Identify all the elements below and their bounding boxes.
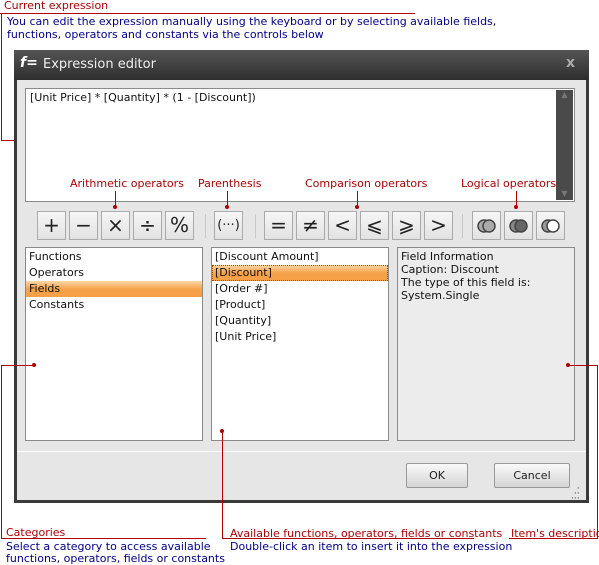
annotation-dot	[514, 205, 518, 209]
logical-not-button[interactable]	[536, 211, 565, 240]
scrollbar[interactable]: ▲ ▼	[556, 90, 573, 200]
annotation-desc: functions, operators and constants via t…	[7, 28, 324, 41]
annotation-line	[568, 365, 598, 366]
category-item[interactable]: Constants	[26, 297, 202, 313]
and-icon	[509, 219, 528, 233]
parenthesis-button[interactable]: (···)	[214, 211, 243, 240]
equal-button[interactable]: =	[264, 211, 293, 240]
annotation-line	[1, 365, 2, 539]
annotation-line	[1, 13, 2, 141]
info-type: System.Single	[401, 289, 480, 302]
category-item-selected[interactable]: Fields	[26, 281, 202, 297]
list-item[interactable]: [Quantity]	[212, 313, 388, 329]
annotation-current-expression: Current expression	[4, 0, 109, 12]
annotation-desc: You can edit the expression manually usi…	[7, 15, 497, 28]
resize-grip-icon[interactable]: · ·· ···	[571, 485, 580, 504]
items-list[interactable]: [Discount Amount] [Discount] [Order #] […	[211, 247, 389, 441]
cancel-button[interactable]: Cancel	[494, 463, 570, 488]
list-item[interactable]: [Order #]	[212, 281, 388, 297]
annotation-comparison: Comparison operators	[305, 177, 428, 190]
function-icon: f=	[20, 55, 38, 71]
category-item[interactable]: Operators	[26, 265, 202, 281]
annotation-arithmetic: Arithmetic operators	[70, 177, 184, 190]
info-heading: Field Information	[401, 250, 494, 263]
annotation-line	[0, 13, 415, 14]
list-item[interactable]: [Unit Price]	[212, 329, 388, 345]
list-item-selected[interactable]: [Discount]	[212, 265, 388, 281]
divider	[17, 451, 586, 452]
not-icon	[541, 219, 560, 233]
window-title: Expression editor	[43, 57, 156, 72]
description-panel: Field Information Caption: Discount The …	[397, 247, 575, 441]
list-item[interactable]: [Product]	[212, 297, 388, 313]
info-type-label: The type of this field is:	[401, 276, 531, 289]
annotation-dot	[355, 205, 359, 209]
expression-text: [Unit Price] * [Quantity] * (1 - [Discou…	[30, 91, 256, 104]
scroll-down-icon[interactable]: ▼	[556, 189, 573, 198]
logical-or-button[interactable]	[472, 211, 501, 240]
annotation-desc: functions, operators, fields or constant…	[6, 552, 225, 565]
annotation-parenthesis: Parenthesis	[198, 177, 262, 190]
annotation-categories: Categories	[6, 526, 66, 539]
annotation-line	[222, 431, 223, 539]
plus-button[interactable]: +	[37, 211, 66, 240]
greater-equal-button[interactable]: ⩾	[392, 211, 421, 240]
greater-button[interactable]: >	[424, 211, 453, 240]
close-button[interactable]: x	[566, 55, 575, 71]
categories-list[interactable]: Functions Operators Fields Constants	[25, 247, 203, 441]
modulo-button[interactable]: %	[165, 211, 194, 240]
separator	[205, 214, 206, 238]
minus-button[interactable]: −	[69, 211, 98, 240]
annotation-logical: Logical operators	[461, 177, 557, 190]
ok-button[interactable]: OK	[406, 463, 468, 488]
annotation-dot	[32, 363, 36, 367]
annotation-description: Item's description	[511, 527, 599, 540]
annotation-desc: Double-click an item to insert it into t…	[230, 540, 513, 553]
annotation-line	[597, 365, 598, 539]
not-equal-button[interactable]: ≠	[296, 211, 325, 240]
annotation-dot	[113, 205, 117, 209]
or-icon	[477, 219, 496, 233]
annotation-line	[1, 365, 33, 366]
annotation-dot	[225, 205, 229, 209]
less-equal-button[interactable]: ⩽	[360, 211, 389, 240]
scroll-up-icon[interactable]: ▲	[556, 90, 573, 99]
separator	[255, 214, 256, 238]
multiply-button[interactable]: ×	[101, 211, 130, 240]
annotation-available: Available functions, operators, fields o…	[230, 527, 503, 540]
title-bar: f= Expression editor x	[14, 50, 589, 80]
divide-button[interactable]: ÷	[133, 211, 162, 240]
list-item[interactable]: [Discount Amount]	[212, 249, 388, 265]
separator	[462, 214, 463, 238]
category-item[interactable]: Functions	[26, 249, 202, 265]
info-caption: Caption: Discount	[401, 263, 499, 276]
logical-and-button[interactable]	[504, 211, 533, 240]
less-button[interactable]: <	[328, 211, 357, 240]
